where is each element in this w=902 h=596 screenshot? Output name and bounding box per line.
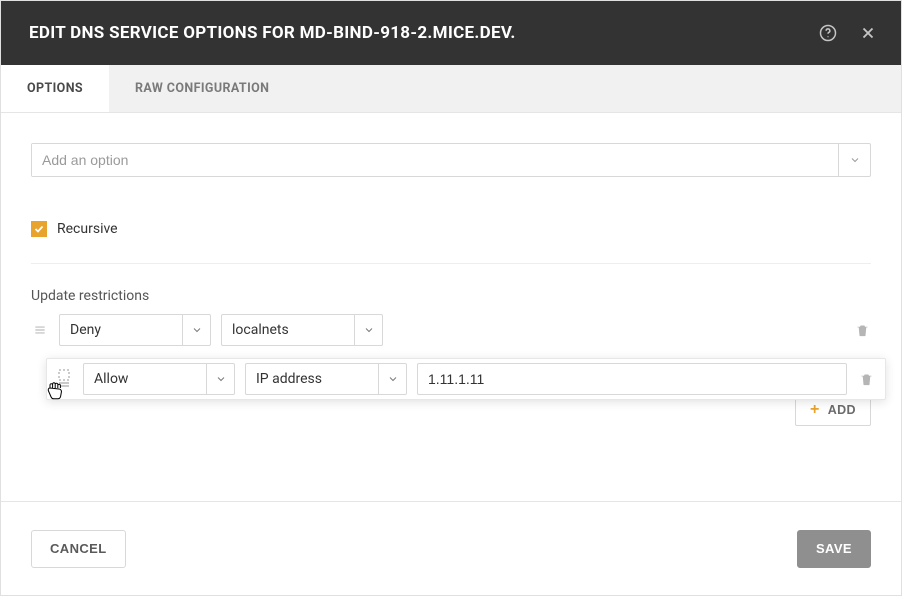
policy-select-value: Allow bbox=[84, 371, 206, 387]
plus-icon: + bbox=[810, 402, 820, 418]
recursive-label: Recursive bbox=[57, 221, 118, 237]
chevron-down-icon[interactable] bbox=[182, 315, 210, 345]
add-option-input[interactable] bbox=[32, 144, 838, 176]
restriction-row-dragging[interactable]: Allow IP address bbox=[46, 358, 886, 400]
chevron-down-icon[interactable] bbox=[354, 315, 382, 345]
chevron-down-icon[interactable] bbox=[838, 144, 870, 176]
header-actions bbox=[817, 22, 879, 44]
chevron-down-icon[interactable] bbox=[206, 364, 234, 394]
match-type-select-value: IP address bbox=[246, 371, 378, 387]
match-type-select[interactable]: IP address bbox=[245, 363, 407, 395]
ip-address-input[interactable] bbox=[417, 363, 847, 395]
grab-cursor-icon bbox=[45, 379, 65, 405]
delete-row-icon[interactable] bbox=[857, 372, 875, 387]
save-button[interactable]: SAVE bbox=[797, 530, 871, 568]
content-area: Recursive Update restrictions Deny local… bbox=[1, 113, 901, 501]
delete-row-icon[interactable] bbox=[853, 323, 871, 338]
policy-select[interactable]: Deny bbox=[59, 314, 211, 346]
add-option-select[interactable] bbox=[31, 143, 871, 177]
close-icon[interactable] bbox=[857, 22, 879, 44]
add-button-label: ADD bbox=[828, 403, 856, 417]
dialog-header: EDIT DNS SERVICE OPTIONS FOR MD-BIND-918… bbox=[1, 1, 901, 65]
drag-handle-icon[interactable] bbox=[31, 323, 49, 337]
policy-select[interactable]: Allow bbox=[83, 363, 235, 395]
tab-raw-configuration[interactable]: RAW CONFIGURATION bbox=[109, 65, 295, 112]
restriction-row: Deny localnets bbox=[31, 314, 871, 346]
tab-options[interactable]: OPTIONS bbox=[1, 65, 109, 112]
update-restrictions-block: Update restrictions Deny localnets bbox=[31, 288, 871, 426]
match-type-select[interactable]: localnets bbox=[221, 314, 383, 346]
match-type-select-value: localnets bbox=[222, 322, 354, 338]
help-icon[interactable] bbox=[817, 22, 839, 44]
recursive-checkbox[interactable] bbox=[31, 221, 47, 237]
cancel-button[interactable]: CANCEL bbox=[31, 530, 126, 568]
recursive-option-row: Recursive bbox=[31, 221, 871, 264]
update-restrictions-label: Update restrictions bbox=[31, 288, 871, 304]
tabs: OPTIONS RAW CONFIGURATION bbox=[1, 65, 901, 113]
chevron-down-icon[interactable] bbox=[378, 364, 406, 394]
dialog-title: EDIT DNS SERVICE OPTIONS FOR MD-BIND-918… bbox=[29, 23, 516, 43]
policy-select-value: Deny bbox=[60, 322, 182, 338]
dialog-footer: CANCEL SAVE bbox=[1, 501, 901, 595]
